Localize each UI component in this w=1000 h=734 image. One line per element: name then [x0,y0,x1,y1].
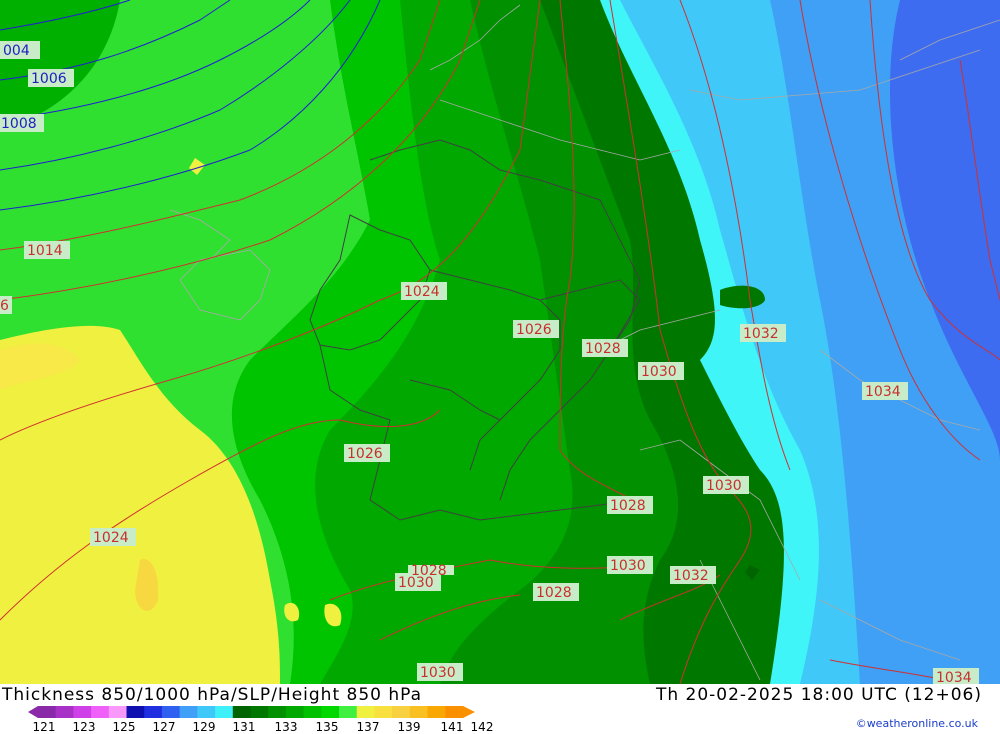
map-title: Thickness 850/1000 hPa/SLP/Height 850 hP… [2,685,423,705]
legend-tick: 125 [112,720,136,734]
isobar-label: 1030 [607,556,653,574]
isobar-label: 1034 [933,668,979,684]
legend-swatch [409,706,429,718]
legend-swatch [392,706,411,718]
legend-swatch [73,706,92,718]
legend-swatch [38,706,57,718]
legend-arrow-right [463,706,475,718]
legend-ticks: 121 123 125 127 129 131 133 135 137 139 … [0,720,520,734]
isobar-label: 1026 [513,320,559,338]
legend-swatch [161,706,181,718]
svg-text:1034: 1034 [936,670,972,684]
credit-link[interactable]: ©weatheronline.co.uk [856,717,978,730]
svg-text:6: 6 [0,298,9,314]
legend-swatch [179,706,198,718]
legend-tick: 129 [192,720,216,734]
legend-swatch [108,706,128,718]
svg-text:1028: 1028 [610,498,646,514]
isobar-label: 6 [0,296,12,314]
svg-text:1014: 1014 [27,243,63,259]
svg-text:1028: 1028 [536,585,572,601]
legend-swatch [197,706,216,718]
legend-swatch [250,706,269,718]
isobar-label-1006: 1006 [28,69,74,87]
legend-swatch [91,706,110,718]
svg-text:1028: 1028 [411,563,447,579]
legend-swatch [268,706,287,718]
svg-text:1030: 1030 [420,665,456,681]
svg-text:1032: 1032 [743,326,779,342]
svg-text:1030: 1030 [610,558,646,574]
svg-text:1032: 1032 [673,568,709,584]
isobar-label: 1028 [582,339,628,357]
isobar-label: 1024 [401,282,447,300]
isobar-label: 1030 [417,663,463,681]
isobar-label-004: 004 [0,41,40,59]
legend-swatch [232,706,251,718]
svg-text:1024: 1024 [93,530,129,546]
legend-swatch [374,706,393,718]
legend-tick: 135 [315,720,339,734]
legend-swatch [126,706,145,718]
isobar-label: 1028 [607,496,653,514]
legend-swatch [339,706,358,718]
svg-text:1008: 1008 [1,116,37,132]
svg-text:1030: 1030 [641,364,677,380]
legend-swatch [356,706,375,718]
legend-swatch [321,706,340,718]
isobar-label: 1030 [638,362,684,380]
svg-text:1030: 1030 [706,478,742,494]
legend-swatch [55,706,74,718]
svg-text:1026: 1026 [347,446,383,462]
legend-tick: 137 [356,720,380,734]
isobar-label: 1024 [90,528,136,546]
isobar-label: 1014 [24,241,70,259]
legend-swatch [303,706,322,718]
svg-text:1034: 1034 [865,384,901,400]
isobar-label: 1028 [533,583,579,601]
legend-swatch [144,706,163,718]
svg-text:1028: 1028 [585,341,621,357]
legend-tick: 133 [274,720,298,734]
legend-arrow-left [28,706,38,718]
legend-swatch [285,706,305,718]
isobar-label: 1034 [862,382,908,400]
legend-tick: 123 [72,720,96,734]
legend-tick: 139 [397,720,421,734]
svg-text:1026: 1026 [516,322,552,338]
svg-text:004: 004 [3,43,30,59]
legend-swatch [215,706,234,718]
legend-tick: 131 [232,720,256,734]
svg-text:1006: 1006 [31,71,67,87]
weather-map: 004 1006 1008 1014 6 1024 1026 1026 1024… [0,0,1000,684]
legend-tick: 121 [32,720,56,734]
legend-tick: 141 [440,720,464,734]
isobar-label: 1032 [740,324,786,342]
isobar-label: 1032 [670,566,716,584]
color-legend [28,706,475,718]
isobar-label: 1030 [703,476,749,494]
isobar-label-1008: 1008 [0,114,44,132]
svg-text:1024: 1024 [404,284,440,300]
legend-tick: 142 [470,720,494,734]
legend-tick: 127 [152,720,176,734]
isobar-label: 1026 [344,444,390,462]
legend-swatch [445,706,464,718]
legend-swatch [427,706,446,718]
valid-datetime: Th 20-02-2025 18:00 UTC (12+06) [655,685,982,705]
